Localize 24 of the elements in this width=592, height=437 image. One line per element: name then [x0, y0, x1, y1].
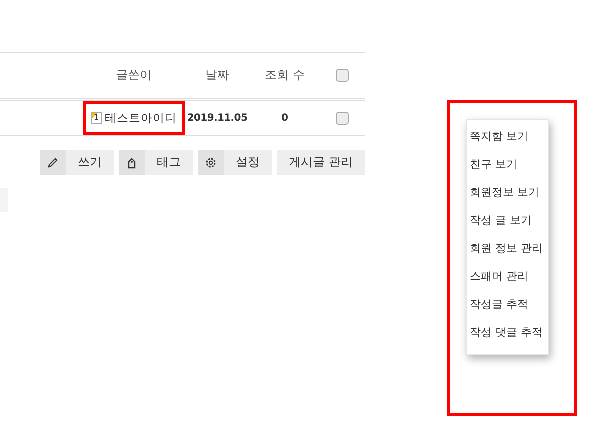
menu-item[interactable]: 작성글 추적	[467, 292, 548, 320]
menu-item[interactable]: 회원 정보 관리	[467, 236, 548, 264]
author-name[interactable]: 테스트아이디	[105, 110, 178, 126]
settings-icon	[205, 156, 218, 168]
toolbar-button[interactable]: 설정	[198, 150, 272, 175]
menu-item[interactable]: 회원정보 보기	[467, 180, 548, 208]
checkbox[interactable]	[336, 69, 349, 82]
menu-item[interactable]: 작성 글 보기	[467, 208, 548, 236]
menu-item[interactable]: 친구 보기	[467, 152, 548, 180]
toolbar-button[interactable]: 쓰기	[40, 150, 114, 175]
column-header: 날짜	[204, 67, 230, 84]
column-header: 조회 수	[264, 67, 306, 84]
column-header: 글쓴이	[115, 67, 153, 84]
toolbar-button[interactable]: 게시글 관리	[277, 150, 365, 175]
menu-item[interactable]: 스패머 관리	[467, 264, 548, 292]
menu-item[interactable]: 작성 댓글 추적	[467, 320, 548, 348]
toolbar-button[interactable]: 태그	[119, 150, 194, 175]
menu-item[interactable]: 쪽지함 보기	[467, 124, 548, 152]
table-cell-text: 2019.11.05	[186, 112, 249, 124]
table-cell-text: 0	[280, 112, 290, 124]
pencil-icon	[47, 156, 60, 168]
tag-icon	[127, 156, 138, 168]
level-icon: 1	[90, 112, 102, 124]
checkbox[interactable]	[336, 112, 349, 124]
